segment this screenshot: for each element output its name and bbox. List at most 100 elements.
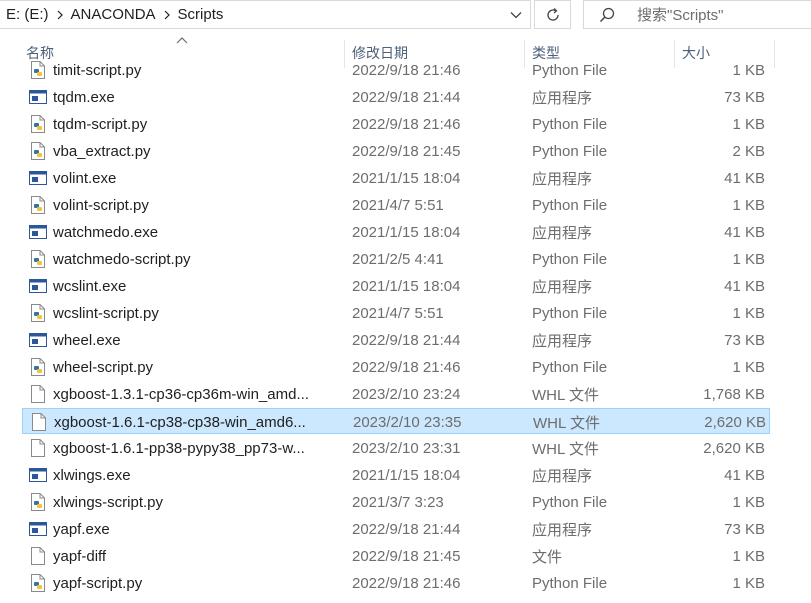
file-type: WHL 文件: [532, 386, 599, 404]
file-row[interactable]: yapf-script.py 2022/9/18 21:46 Python File…: [22, 570, 770, 596]
file-size: 2 KB: [732, 142, 765, 160]
file-date: 2021/1/15 18:04: [352, 223, 461, 241]
search-input[interactable]: 搜索"Scripts": [637, 4, 724, 25]
file-date: 2021/2/5 4:41: [352, 250, 444, 268]
exe-file-icon: [28, 84, 48, 110]
breadcrumb-scripts[interactable]: Scripts: [178, 6, 224, 23]
file-date: 2022/9/18 21:45: [352, 547, 461, 565]
file-name[interactable]: yapf-script.py: [53, 570, 343, 596]
file-name[interactable]: wcslint-script.py: [53, 300, 343, 326]
chevron-down-icon[interactable]: [502, 1, 530, 28]
file-date: 2021/1/15 18:04: [352, 466, 461, 484]
refresh-icon: [546, 7, 559, 21]
file-row[interactable]: vba_extract.py 2022/9/18 21:45 Python File…: [22, 138, 770, 164]
file-type: Python File: [532, 250, 608, 268]
file-name[interactable]: watchmedo.exe: [53, 219, 343, 245]
exe-file-icon: [28, 165, 48, 191]
file-type: 应用程序: [532, 467, 593, 485]
file-type: WHL 文件: [532, 440, 599, 458]
file-row[interactable]: volint.exe 2021/1/15 18:04 应用程序 41 KB: [22, 165, 770, 191]
file-date: 2022/9/18 21:45: [352, 142, 461, 160]
file-size: 1 KB: [732, 61, 765, 79]
file-row[interactable]: yapf-diff 2022/9/18 21:45 文件 1 KB: [22, 543, 770, 569]
file-type: 应用程序: [532, 224, 593, 242]
file-size: 1 KB: [732, 574, 765, 592]
search-box[interactable]: 搜索"Scripts": [583, 0, 811, 29]
file-row[interactable]: wcslint.exe 2021/1/15 18:04 应用程序 41 KB: [22, 273, 770, 299]
file-row[interactable]: xgboost-1.3.1-cp36-cp36m-win_amd... 2023/…: [22, 381, 770, 407]
file-type: Python File: [532, 358, 608, 376]
chevron-right-icon[interactable]: [49, 0, 71, 29]
exe-file-icon: [28, 273, 48, 299]
file-row[interactable]: yapf.exe 2022/9/18 21:44 应用程序 73 KB: [22, 516, 770, 542]
file-date: 2023/2/10 23:24: [352, 385, 461, 403]
file-size: 1 KB: [732, 304, 765, 322]
python-file-icon: [28, 57, 48, 83]
file-size: 1 KB: [732, 358, 765, 376]
file-name[interactable]: xgboost-1.6.1-pp38-pypy38_pp73-w...: [53, 435, 343, 461]
file-row[interactable]: wheel.exe 2022/9/18 21:44 应用程序 73 KB: [22, 327, 770, 353]
file-name[interactable]: wheel.exe: [53, 327, 343, 353]
chevron-right-icon[interactable]: [156, 0, 178, 29]
file-name[interactable]: wcslint.exe: [53, 273, 343, 299]
vertical-scrollbar[interactable]: [780, 68, 811, 603]
file-row[interactable]: watchmedo-script.py 2021/2/5 4:41 Python F…: [22, 246, 770, 272]
file-size: 1,768 KB: [703, 385, 765, 403]
file-name[interactable]: timit-script.py: [53, 57, 343, 83]
file-date: 2021/3/7 3:23: [352, 493, 444, 511]
file-date: 2022/9/18 21:46: [352, 61, 461, 79]
file-size: 1 KB: [732, 547, 765, 565]
file-name[interactable]: xlwings.exe: [53, 462, 343, 488]
file-type: Python File: [532, 574, 608, 592]
python-file-icon: [28, 192, 48, 218]
refresh-button[interactable]: [534, 0, 571, 29]
file-row[interactable]: timit-script.py 2022/9/18 21:46 Python Fil…: [22, 57, 770, 83]
exe-file-icon: [28, 327, 48, 353]
python-file-icon: [28, 300, 48, 326]
exe-file-icon: [28, 462, 48, 488]
file-row[interactable]: xlwings-script.py 2021/3/7 3:23 Python Fil…: [22, 489, 770, 515]
address-bar[interactable]: E: (E:) ANACONDA Scripts: [0, 0, 531, 29]
file-date: 2022/9/18 21:46: [352, 574, 461, 592]
file-row[interactable]: xgboost-1.6.1-pp38-pypy38_pp73-w... 2023/…: [22, 435, 770, 461]
file-name[interactable]: wheel-script.py: [53, 354, 343, 380]
file-row[interactable]: tqdm-script.py 2022/9/18 21:46 Python File…: [22, 111, 770, 137]
breadcrumb-drive[interactable]: E: (E:): [6, 6, 49, 23]
file-row[interactable]: xgboost-1.6.1-cp38-cp38-win_amd6... 2023/…: [22, 408, 770, 434]
file-date: 2021/4/7 5:51: [352, 196, 444, 214]
file-row[interactable]: tqdm.exe 2022/9/18 21:44 应用程序 73 KB: [22, 84, 770, 110]
file-row[interactable]: watchmedo.exe 2021/1/15 18:04 应用程序 41 KB: [22, 219, 770, 245]
breadcrumb-anaconda[interactable]: ANACONDA: [71, 6, 156, 23]
file-row[interactable]: volint-script.py 2021/4/7 5:51 Python File…: [22, 192, 770, 218]
file-row[interactable]: wheel-script.py 2022/9/18 21:46 Python Fil…: [22, 354, 770, 380]
file-date: 2021/1/15 18:04: [352, 169, 461, 187]
file-list[interactable]: timit-script.py 2022/9/18 21:46 Python Fil…: [0, 57, 780, 603]
file-type: Python File: [532, 142, 608, 160]
file-type: Python File: [532, 304, 608, 322]
file-name[interactable]: volint.exe: [53, 165, 343, 191]
file-type: WHL 文件: [533, 414, 600, 432]
file-date: 2022/9/18 21:44: [352, 88, 461, 106]
file-row[interactable]: xlwings.exe 2021/1/15 18:04 应用程序 41 KB: [22, 462, 770, 488]
file-row[interactable]: wcslint-script.py 2021/4/7 5:51 Python Fil…: [22, 300, 770, 326]
file-name[interactable]: watchmedo-script.py: [53, 246, 343, 272]
file-date: 2022/9/18 21:46: [352, 358, 461, 376]
file-name[interactable]: vba_extract.py: [53, 138, 343, 164]
file-size: 73 KB: [724, 88, 765, 106]
file-name[interactable]: yapf-diff: [53, 543, 343, 569]
file-name[interactable]: xgboost-1.3.1-cp36-cp36m-win_amd...: [53, 381, 343, 407]
file-size: 41 KB: [724, 169, 765, 187]
file-name[interactable]: volint-script.py: [53, 192, 343, 218]
python-file-icon: [28, 246, 48, 272]
file-date: 2022/9/18 21:46: [352, 115, 461, 133]
file-name[interactable]: yapf.exe: [53, 516, 343, 542]
python-file-icon: [28, 138, 48, 164]
file-size: 1 KB: [732, 493, 765, 511]
file-name[interactable]: xgboost-1.6.1-cp38-cp38-win_amd6...: [54, 409, 344, 435]
file-size: 73 KB: [724, 331, 765, 349]
file-name[interactable]: tqdm-script.py: [53, 111, 343, 137]
file-name[interactable]: tqdm.exe: [53, 84, 343, 110]
file-name[interactable]: xlwings-script.py: [53, 489, 343, 515]
file-type: 文件: [532, 548, 563, 566]
file-size: 73 KB: [724, 520, 765, 538]
